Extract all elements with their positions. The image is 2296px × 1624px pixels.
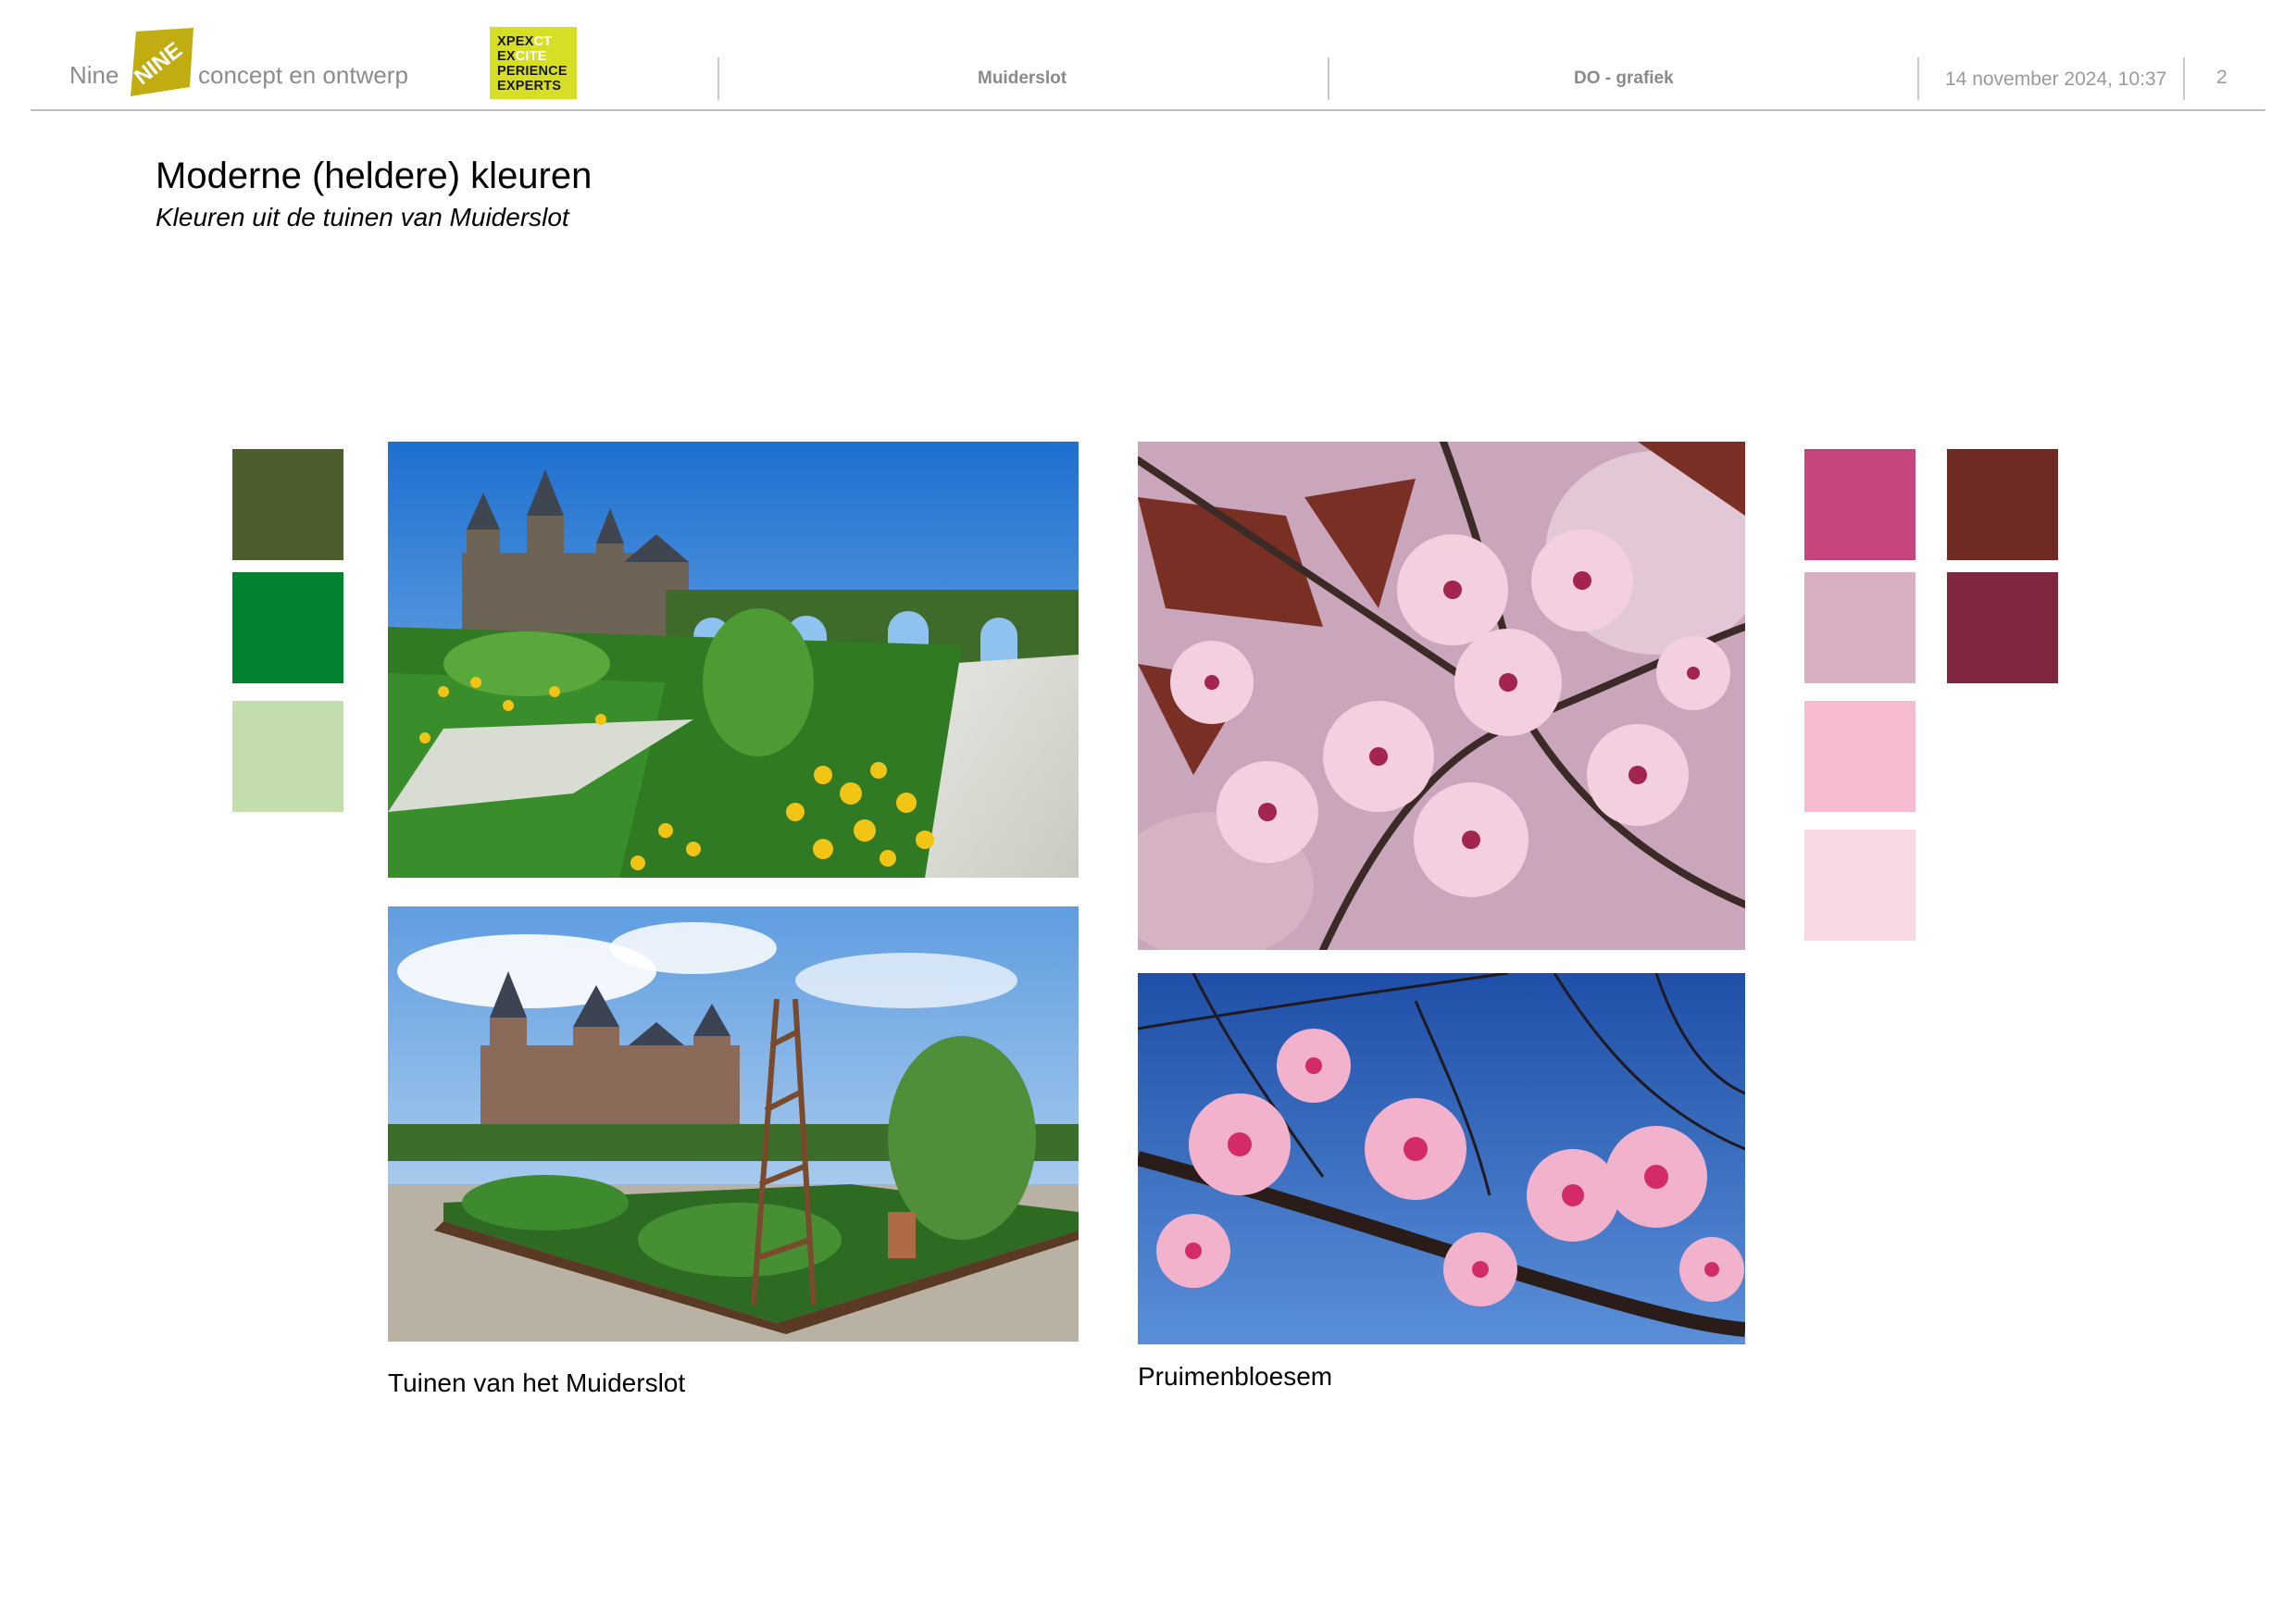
pink-color-swatch	[1804, 701, 1915, 812]
xpect-logo-line: EXPERTS	[497, 79, 577, 94]
xpect-logo-text: EXPERTS	[497, 79, 562, 94]
nine-logo: NINE	[125, 28, 193, 96]
brand-name: Nine	[69, 61, 119, 89]
xpect-logo-line: EXCITE	[497, 49, 577, 64]
header-rule	[31, 109, 2265, 111]
pink-color-swatch	[1804, 830, 1915, 941]
header-divider	[1917, 57, 1919, 100]
blossom-photo-branch	[1138, 973, 1745, 1344]
xpect-logo-text: CT	[533, 34, 553, 49]
green-color-swatch	[232, 449, 343, 560]
red-color-swatch	[1947, 572, 2058, 683]
xpect-logo-text: PERIENCE	[497, 64, 568, 79]
page-number: 2	[2216, 67, 2227, 88]
document-date: 14 november 2024, 10:37	[1945, 69, 2167, 90]
xpect-logo-text: CITE	[515, 49, 547, 64]
xpect-logo-text: EX	[497, 49, 516, 64]
brand-tagline: concept en ontwerp	[198, 61, 408, 89]
garden-caption: Tuinen van het Muiderslot	[388, 1368, 686, 1397]
page-title: Moderne (heldere) kleuren	[156, 156, 593, 196]
pink-color-swatch	[1804, 572, 1915, 683]
project-name: Muiderslot	[978, 69, 1067, 88]
xpect-logo: XPEXCT EXCITE PERIENCE EXPERTS	[490, 27, 577, 99]
green-color-swatch	[232, 701, 343, 812]
blossom-caption: Pruimenbloesem	[1138, 1362, 1333, 1391]
xpect-logo-line: PERIENCE	[497, 64, 577, 79]
green-color-swatch	[232, 572, 343, 683]
garden-photo-vegetable	[388, 906, 1079, 1342]
blossom-photo-closeup	[1138, 442, 1745, 950]
header-divider	[2183, 57, 2185, 100]
garden-photo-castle	[388, 442, 1079, 878]
header-divider	[718, 57, 719, 100]
xpect-logo-line: XPEXCT	[497, 34, 577, 49]
pink-color-swatch	[1804, 449, 1915, 560]
xpect-logo-text: XPEX	[497, 34, 534, 49]
page-subtitle: Kleuren uit de tuinen van Muiderslot	[156, 203, 569, 231]
header-divider	[1328, 57, 1329, 100]
document-phase: DO - grafiek	[1574, 69, 1674, 88]
red-color-swatch	[1947, 449, 2058, 560]
